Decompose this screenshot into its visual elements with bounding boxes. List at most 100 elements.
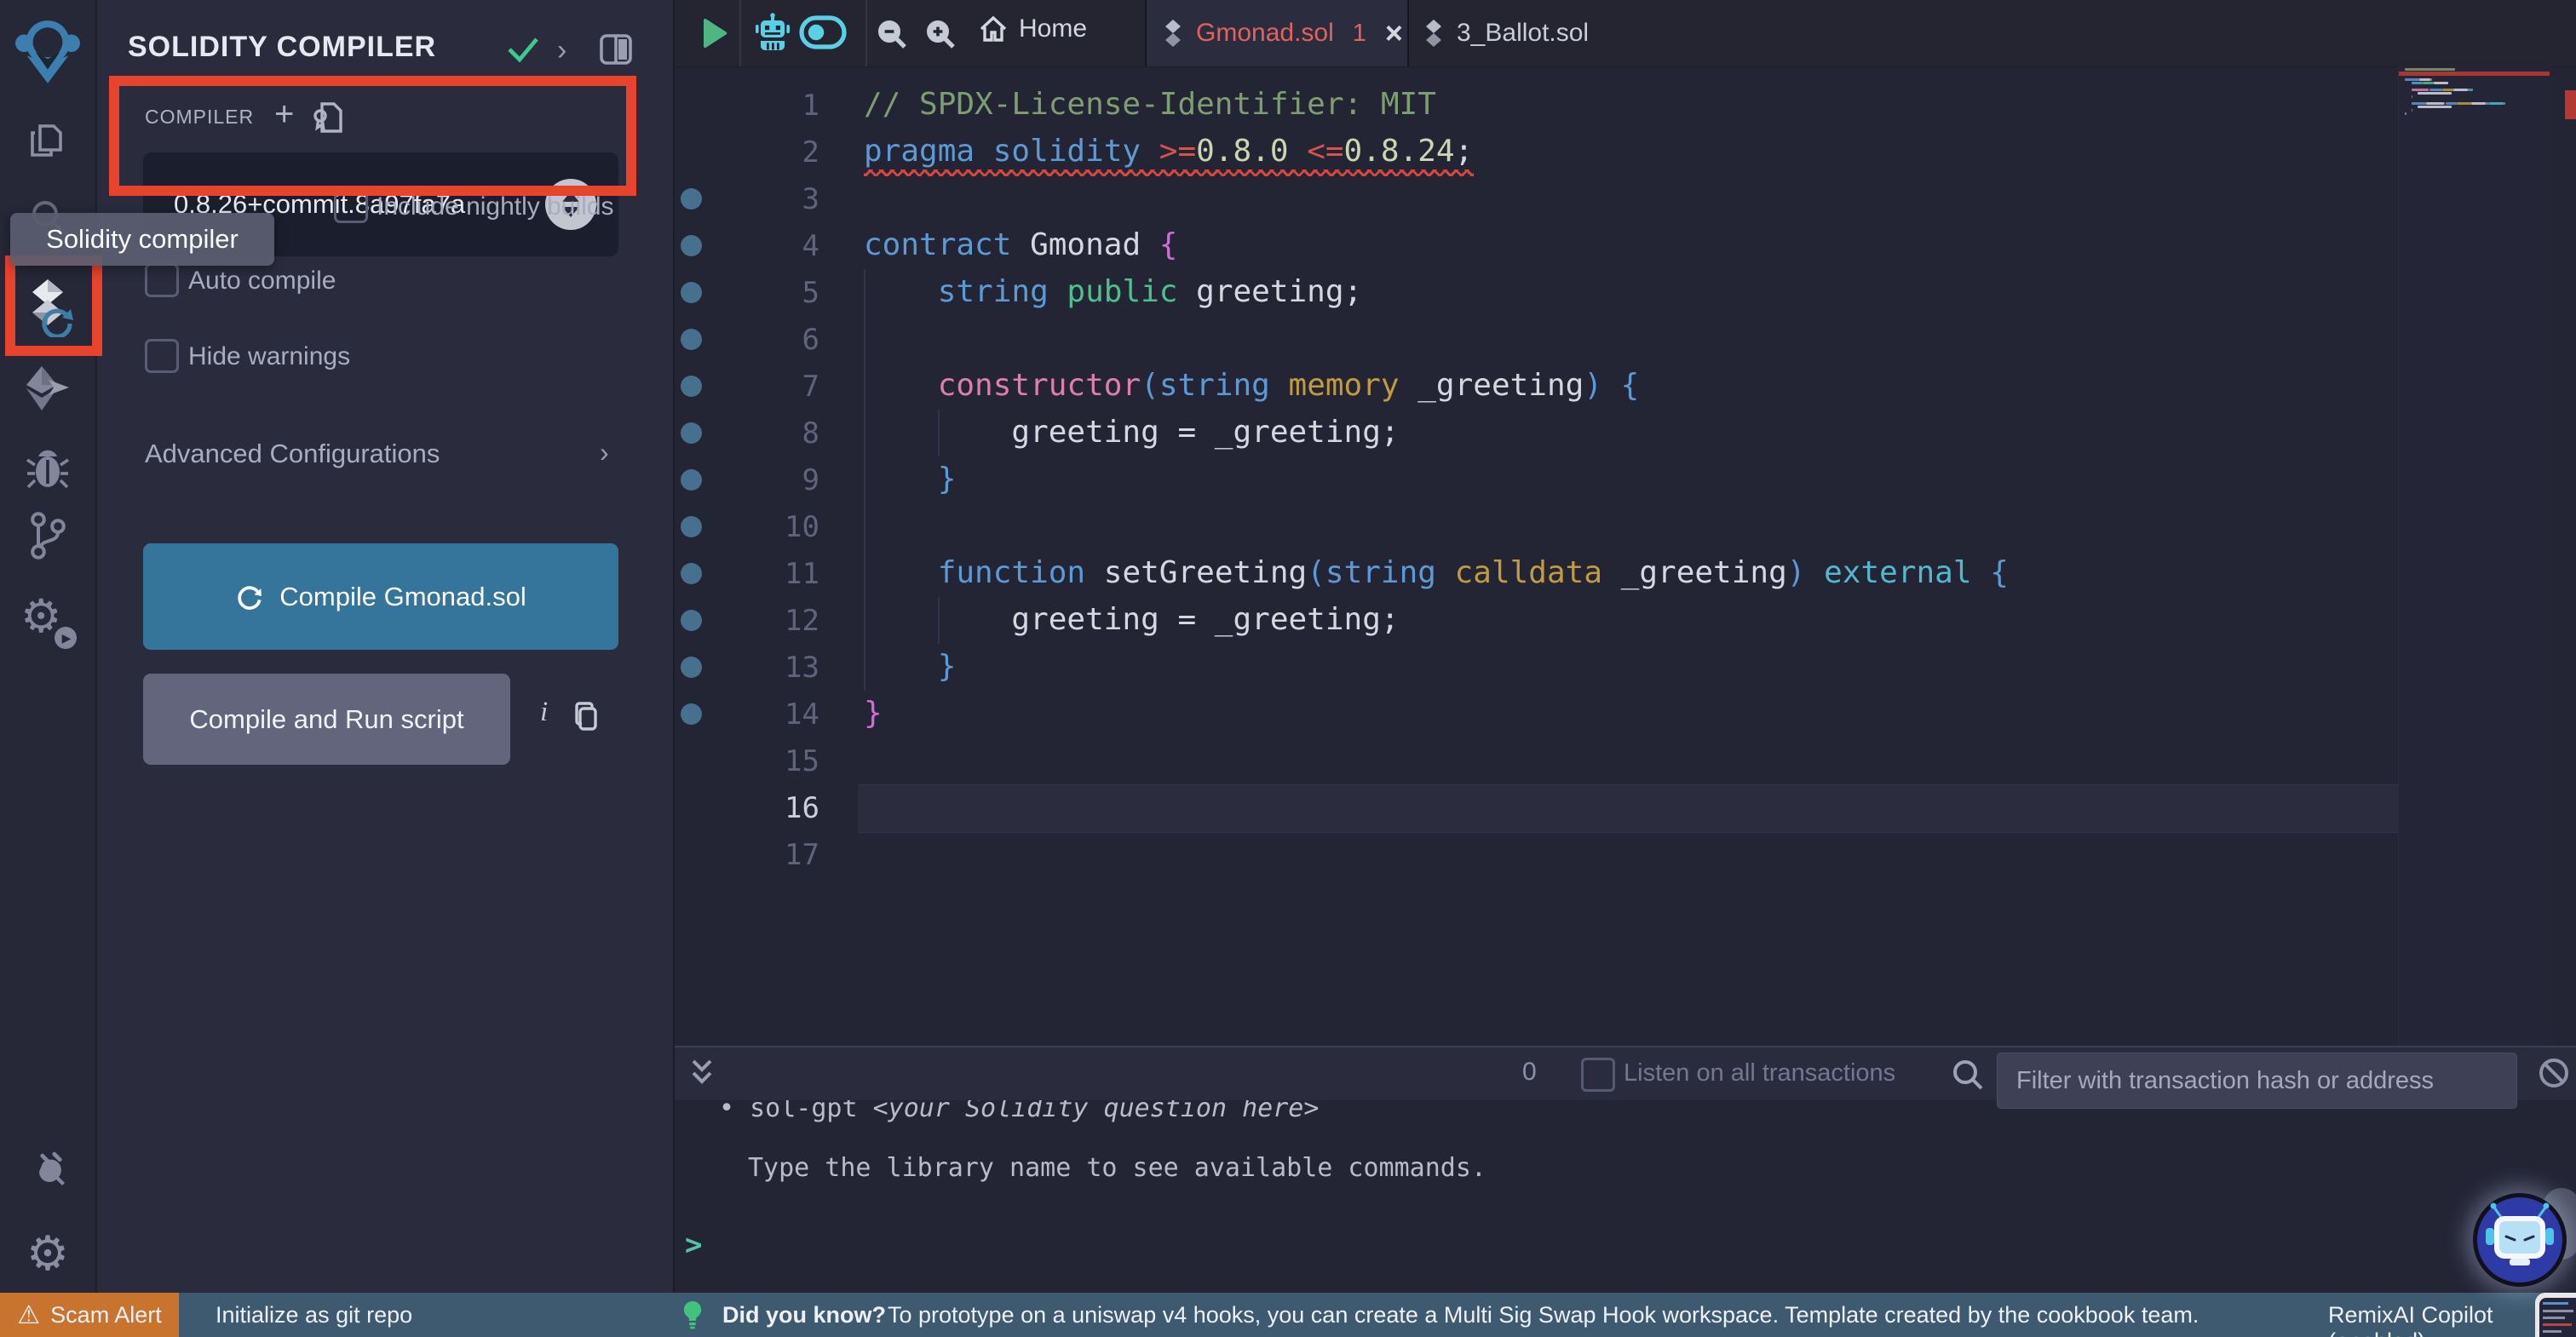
file-explorer-icon[interactable] <box>0 119 95 164</box>
code-line[interactable]: 11 function setGreeting(string calldata … <box>675 550 2398 597</box>
nightly-builds-checkbox[interactable] <box>334 189 368 223</box>
code-text: constructor(string memory _greeting) { <box>937 368 1640 403</box>
minimap-line <box>2488 102 2504 105</box>
plugin-manager-icon[interactable] <box>0 1151 95 1196</box>
chevron-right-icon: › <box>600 437 609 468</box>
code-line[interactable]: 4 contract Gmonad { <box>675 222 2398 269</box>
code-line[interactable]: 6 <box>675 316 2398 363</box>
minimap-line <box>2503 102 2505 105</box>
terminal-search-icon[interactable] <box>1951 1058 1985 1092</box>
settings-gear-icon[interactable]: ⚙ <box>0 1230 95 1277</box>
gutter-dot[interactable] <box>681 703 702 725</box>
code-editor[interactable]: 1 // SPDX-License-Identifier: MIT 2 pragma … <box>675 66 2576 1046</box>
editor-tab-bar: Home Gmonad.sol 1 × 3_Ballot.sol <box>675 0 2576 67</box>
code-line[interactable]: 12 greeting = _greeting; <box>675 597 2398 644</box>
run-script-play-icon[interactable] <box>697 15 731 51</box>
solidity-compiler-icon[interactable] <box>0 278 95 337</box>
debugger-bug-icon[interactable] <box>0 445 95 492</box>
clear-console-icon[interactable] <box>2537 1056 2571 1090</box>
terminal-output[interactable]: • sol-gpt <your Solidity question here> … <box>675 1100 2576 1293</box>
code-line[interactable]: 5 string public greeting; <box>675 269 2398 316</box>
indent-guide <box>938 410 940 456</box>
collapse-terminal-icon[interactable] <box>687 1056 717 1090</box>
add-compiler-button[interactable]: + <box>274 95 294 134</box>
scam-alert-badge[interactable]: ⚠ Scam Alert <box>0 1293 179 1337</box>
info-icon[interactable]: i <box>540 697 548 728</box>
compile-button[interactable]: Compile Gmonad.sol <box>143 543 618 650</box>
remixai-assistant-button[interactable] <box>2473 1193 2567 1287</box>
line-number: 1 <box>802 89 819 123</box>
minimap-line <box>2422 82 2435 84</box>
line-number: 6 <box>802 323 819 357</box>
code-line[interactable]: 3 <box>675 175 2398 222</box>
terminal-line: • sol-gpt <your Solidity question here> <box>719 1100 1320 1123</box>
code-line[interactable]: 13 } <box>675 644 2398 691</box>
minimap-line <box>2425 102 2444 105</box>
remix-logo-icon[interactable] <box>0 17 95 87</box>
transaction-count: 0 <box>1522 1058 1537 1086</box>
gutter-dot[interactable] <box>681 469 702 491</box>
gutter-dot[interactable] <box>681 563 702 584</box>
tab-close-icon[interactable]: × <box>1385 18 1403 49</box>
custom-compiler-icon[interactable] <box>310 99 344 138</box>
code-line[interactable]: 15 <box>675 737 2398 784</box>
ai-copilot-toggle[interactable] <box>799 15 847 49</box>
tab-home[interactable]: Home <box>978 14 1087 44</box>
remixai-robot-icon[interactable] <box>751 12 794 55</box>
terminal-prompt[interactable]: > <box>685 1228 702 1262</box>
gutter-dot[interactable] <box>681 422 702 444</box>
warning-icon: ⚠ <box>17 1300 41 1329</box>
picture-in-picture-thumbnail[interactable] <box>2535 1293 2576 1337</box>
hide-warnings-checkbox[interactable] <box>145 339 179 373</box>
gutter-dot[interactable] <box>681 282 702 303</box>
code-text: } <box>937 649 957 684</box>
minimap-line <box>2453 89 2469 91</box>
code-line[interactable]: 16 <box>675 784 2398 833</box>
code-text: greeting = _greeting; <box>864 415 1400 450</box>
gutter-dot[interactable] <box>681 657 702 678</box>
transaction-filter-input[interactable] <box>1997 1053 2517 1109</box>
deploy-run-icon[interactable] <box>0 364 95 412</box>
compile-and-run-button[interactable]: Compile and Run script <box>143 674 510 765</box>
minimap-line <box>2405 112 2406 115</box>
code-line[interactable]: 14} <box>675 691 2398 737</box>
solidity-compiler-panel: SOLIDITY COMPILER › COMPILER + 0.8.26+co… <box>97 0 675 1293</box>
minimap-line <box>2405 68 2455 71</box>
advanced-configurations[interactable]: Advanced Configurations › <box>145 437 627 469</box>
tab-ballot[interactable]: 3_Ballot.sol <box>1407 0 1618 66</box>
did-you-know-text: To prototype on a uniswap v4 hooks, you … <box>888 1302 2199 1328</box>
tab-gmonad[interactable]: Gmonad.sol 1 × <box>1145 0 1409 66</box>
zoom-out-icon[interactable] <box>877 19 907 49</box>
auto-compile-checkbox[interactable] <box>145 263 179 297</box>
minimap-line <box>2445 102 2457 105</box>
gutter-dot[interactable] <box>681 329 702 350</box>
gutter-dot[interactable] <box>681 188 702 209</box>
code-line[interactable]: 2 pragma solidity >=0.8.0 <=0.8.24; <box>675 129 2398 176</box>
code-line[interactable]: 1 // SPDX-License-Identifier: MIT <box>675 82 2398 129</box>
code-line[interactable]: 17 <box>675 831 2398 878</box>
gutter-dot[interactable] <box>681 516 702 537</box>
gutter-dot[interactable] <box>681 610 702 631</box>
scrollbar[interactable] <box>2550 66 2576 1046</box>
divider <box>865 0 867 66</box>
copy-icon[interactable] <box>571 700 601 734</box>
line-number: 10 <box>785 510 819 544</box>
code-line[interactable]: 10 <box>675 503 2398 550</box>
listen-transactions-checkbox[interactable] <box>1581 1058 1615 1092</box>
code-line[interactable]: 7 constructor(string memory _greeting) { <box>675 363 2398 410</box>
code-line[interactable]: 8 greeting = _greeting; <box>675 410 2398 456</box>
current-line-highlight <box>858 784 2398 833</box>
zoom-in-icon[interactable] <box>925 19 956 49</box>
panel-forward-icon[interactable]: › <box>557 34 566 67</box>
minimap[interactable] <box>2398 66 2552 1046</box>
pin-panel-icon[interactable] <box>598 32 634 66</box>
gutter-dot[interactable] <box>681 376 702 397</box>
code-line[interactable]: 9 } <box>675 456 2398 503</box>
script-runner-icon[interactable]: ⚙ ▶ <box>0 591 95 649</box>
git-init-button[interactable]: Initialize as git repo <box>216 1302 412 1328</box>
gutter-dot[interactable] <box>681 235 702 256</box>
code-text: string public greeting; <box>937 274 1363 309</box>
git-icon[interactable] <box>0 511 95 560</box>
compile-success-check-icon <box>506 34 540 65</box>
code-text: contract Gmonad { <box>864 227 1178 262</box>
